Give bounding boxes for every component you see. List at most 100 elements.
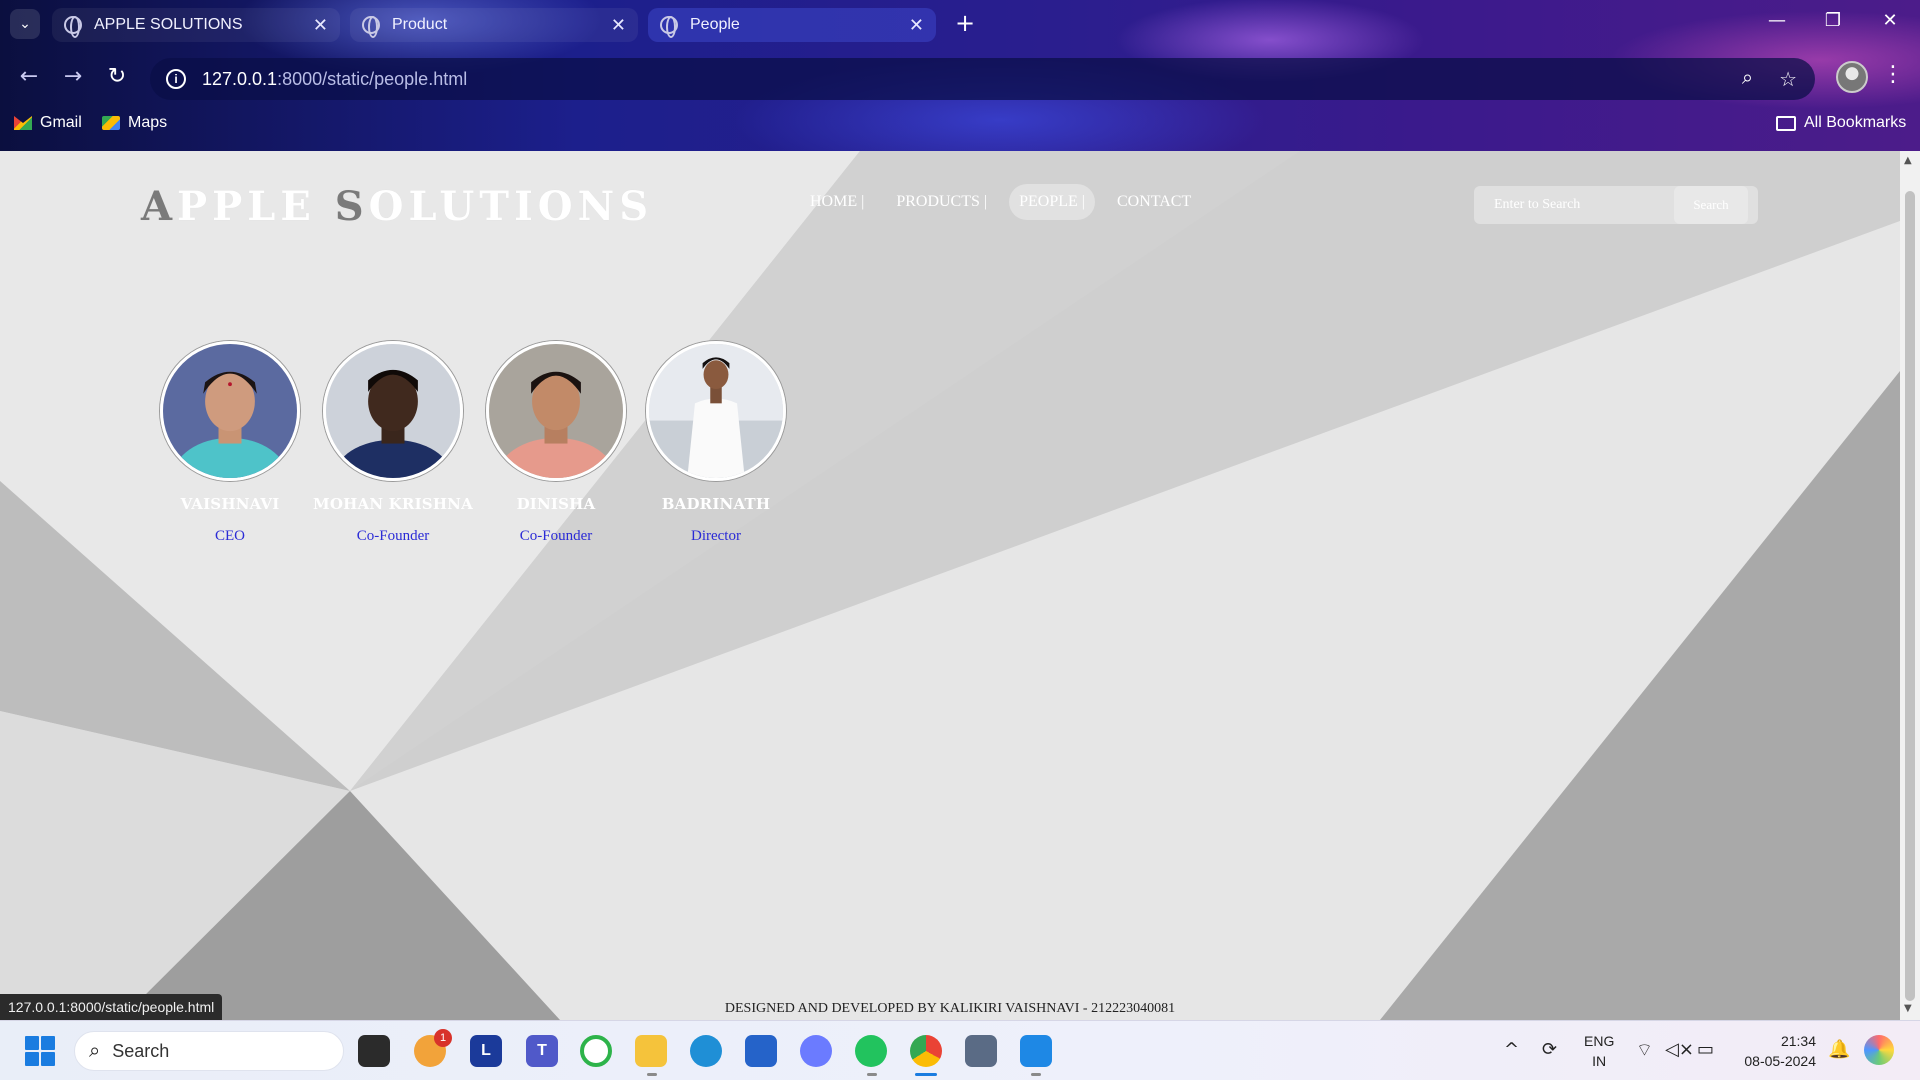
person-role: CEO — [215, 528, 245, 544]
notification-bell-icon[interactable]: 🔔 — [1828, 1039, 1850, 1060]
bookmarks-bar: Gmail Maps All Bookmarks — [0, 112, 1920, 140]
restore-button[interactable]: ❐ — [1813, 10, 1853, 31]
scroll-up-icon[interactable]: ▲ — [1904, 155, 1912, 166]
person-name: VAISHNAVI — [180, 495, 280, 513]
site-footer: DESIGNED AND DEVELOPED BY KALIKIRI VAISH… — [724, 1001, 1176, 1016]
bookmark-maps[interactable]: Maps — [102, 114, 167, 132]
url-host: 127.0.0.1 — [202, 68, 278, 89]
logo-initial: S — [334, 183, 369, 230]
battery-icon[interactable]: ▭ — [1697, 1039, 1714, 1060]
copilot-icon[interactable] — [1864, 1035, 1894, 1065]
globe-icon — [362, 16, 380, 38]
running-indicator — [1031, 1073, 1041, 1076]
camera-icon[interactable] — [965, 1035, 997, 1067]
circle-app-icon[interactable] — [580, 1035, 612, 1067]
person-name: DINISHA — [516, 495, 596, 513]
tab-product[interactable]: Product ✕ — [350, 8, 638, 42]
address-bar[interactable]: i 127.0.0.1 :8000/static/people.html ⌕ ☆ — [150, 58, 1815, 100]
chrome-icon[interactable] — [910, 1035, 942, 1067]
profile-avatar[interactable] — [1836, 61, 1868, 93]
person-photo — [486, 341, 626, 481]
vscode-icon[interactable] — [1020, 1035, 1052, 1067]
sync-icon[interactable]: ⟳ — [1542, 1039, 1557, 1060]
window-close-button[interactable]: ✕ — [1870, 10, 1910, 31]
all-bookmarks-button[interactable]: All Bookmarks — [1776, 114, 1906, 132]
bookmark-star-icon[interactable]: ☆ — [1779, 67, 1797, 92]
date: 08-05-2024 — [1744, 1053, 1816, 1069]
store-icon[interactable] — [745, 1035, 777, 1067]
l-app-icon[interactable]: L — [470, 1035, 502, 1067]
logo-text: OLUTIONS — [368, 183, 654, 230]
reload-button[interactable]: ↻ — [102, 64, 132, 89]
url-path: :8000/static/people.html — [277, 68, 468, 89]
taskbar-search[interactable]: ⌕ Search — [74, 1031, 344, 1071]
tab-label: APPLE SOLUTIONS — [94, 16, 243, 33]
search-icon: ⌕ — [89, 1039, 101, 1062]
close-icon[interactable]: ✕ — [611, 15, 626, 36]
person-photo — [323, 341, 463, 481]
zoom-icon[interactable]: ⌕ — [1742, 67, 1753, 92]
time: 21:34 — [1780, 1033, 1816, 1049]
wifi-icon[interactable]: ⌔ — [1636, 1039, 1653, 1062]
close-icon[interactable]: ✕ — [909, 15, 924, 36]
notification-badge: 1 — [434, 1029, 452, 1047]
teams-icon[interactable]: T — [526, 1035, 558, 1067]
scrollbar-thumb[interactable] — [1905, 191, 1915, 1001]
person-card: BADRINATH Director — [631, 341, 801, 545]
language-indicator[interactable]: ENG IN — [1584, 1031, 1614, 1071]
lang-code: ENG — [1584, 1033, 1615, 1049]
edge-icon[interactable] — [690, 1035, 722, 1067]
search-button[interactable]: Search — [1674, 186, 1748, 224]
person-photo — [646, 341, 786, 481]
back-button[interactable]: ← — [14, 64, 44, 89]
taskbar-search-label: Search — [112, 1040, 170, 1061]
bookmark-label: Maps — [128, 114, 168, 131]
minimize-button[interactable]: — — [1757, 10, 1797, 31]
running-indicator — [867, 1073, 877, 1076]
person-card: MOHAN KRISHNA Co-Founder — [308, 341, 478, 545]
all-bookmarks-label: All Bookmarks — [1804, 114, 1907, 131]
active-app-indicator — [915, 1073, 937, 1076]
link-status-bubble: 127.0.0.1:8000/static/people.html — [0, 994, 223, 1020]
site-logo[interactable]: APPLE SOLUTIONS — [141, 183, 653, 230]
running-indicator — [647, 1073, 657, 1076]
windows-taskbar: ⌕ Search 1 L T ^ ⟳ ENG IN ⌔ ◁× ▭ 21:34 0… — [0, 1020, 1920, 1080]
nav-people[interactable]: PEOPLE | — [1009, 184, 1095, 220]
chevron-up-icon[interactable]: ^ — [1504, 1039, 1519, 1060]
gmail-icon — [14, 116, 32, 130]
browser-menu-icon[interactable]: ⋮ — [1882, 62, 1904, 87]
globe-icon — [64, 16, 82, 38]
tab-bar: ⌄ APPLE SOLUTIONS ✕ Product ✕ People ✕ +… — [0, 0, 1920, 50]
page-viewport: APPLE SOLUTIONS HOME | PRODUCTS | PEOPLE… — [0, 151, 1900, 1020]
main-nav: HOME | PRODUCTS | PEOPLE | CONTACT — [800, 184, 1201, 220]
close-icon[interactable]: ✕ — [313, 15, 328, 36]
tab-label: People — [690, 16, 740, 33]
search-input[interactable] — [1474, 186, 1674, 224]
site-search: Search — [1474, 186, 1758, 224]
forward-button[interactable]: → — [58, 64, 88, 89]
windows-start-icon[interactable] — [25, 1036, 55, 1066]
globe-icon — [660, 16, 678, 38]
clock[interactable]: 21:34 08-05-2024 — [1736, 1031, 1816, 1071]
new-tab-button[interactable]: + — [950, 9, 980, 37]
whatsapp-icon[interactable] — [855, 1035, 887, 1067]
nav-home[interactable]: HOME | — [800, 184, 874, 220]
tab-people[interactable]: People ✕ — [648, 8, 936, 42]
scroll-down-icon[interactable]: ▼ — [1904, 1003, 1912, 1014]
bookmark-gmail[interactable]: Gmail — [14, 114, 82, 132]
bookmark-label: Gmail — [40, 114, 82, 131]
info-icon[interactable]: i — [166, 69, 186, 89]
tab-apple-solutions[interactable]: APPLE SOLUTIONS ✕ — [52, 8, 340, 42]
nav-contact[interactable]: CONTACT — [1107, 184, 1201, 220]
muted-speaker-icon[interactable]: ◁× — [1665, 1039, 1694, 1060]
tab-search-button[interactable]: ⌄ — [10, 9, 40, 39]
person-role: Co-Founder — [519, 528, 593, 544]
mountain-app-icon[interactable] — [800, 1035, 832, 1067]
nav-products[interactable]: PRODUCTS | — [886, 184, 997, 220]
task-view-icon[interactable] — [358, 1035, 390, 1067]
file-explorer-icon[interactable] — [635, 1035, 667, 1067]
page-scrollbar[interactable]: ▲ ▼ — [1900, 151, 1920, 1020]
person-name: BADRINATH — [661, 495, 771, 513]
person-card: DINISHA Co-Founder — [471, 341, 641, 545]
browser-chrome: ⌄ APPLE SOLUTIONS ✕ Product ✕ People ✕ +… — [0, 0, 1920, 151]
